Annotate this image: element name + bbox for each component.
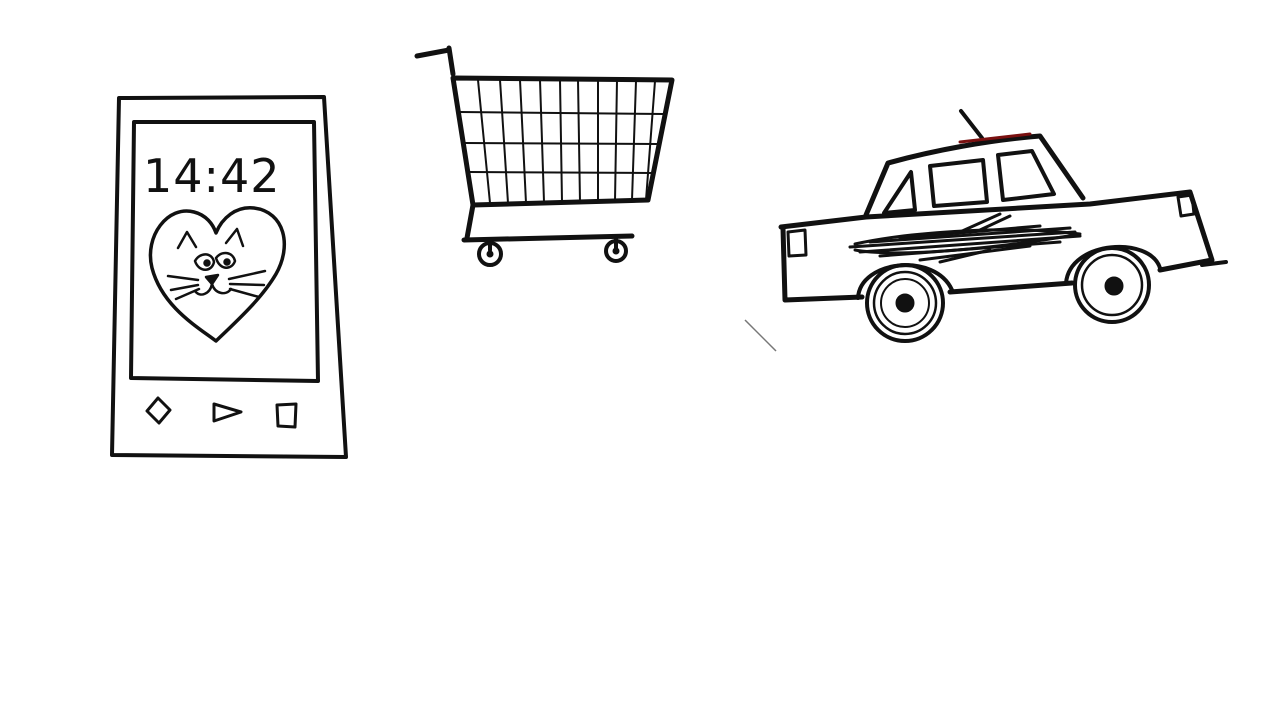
cat-face-icon [166,227,267,301]
square-icon [275,402,298,429]
sketch-drawing: 14:42 [110,45,1228,459]
shopping-cart-icon [414,45,675,267]
stray-mark [744,319,777,352]
sketch-canvas: 14:42 [0,0,1280,720]
car-icon [778,109,1228,343]
phone-clock: 14:42 [143,149,281,203]
play-icon [212,402,243,423]
back-icon [145,396,172,425]
phone-drawing: 14:42 [110,95,348,459]
